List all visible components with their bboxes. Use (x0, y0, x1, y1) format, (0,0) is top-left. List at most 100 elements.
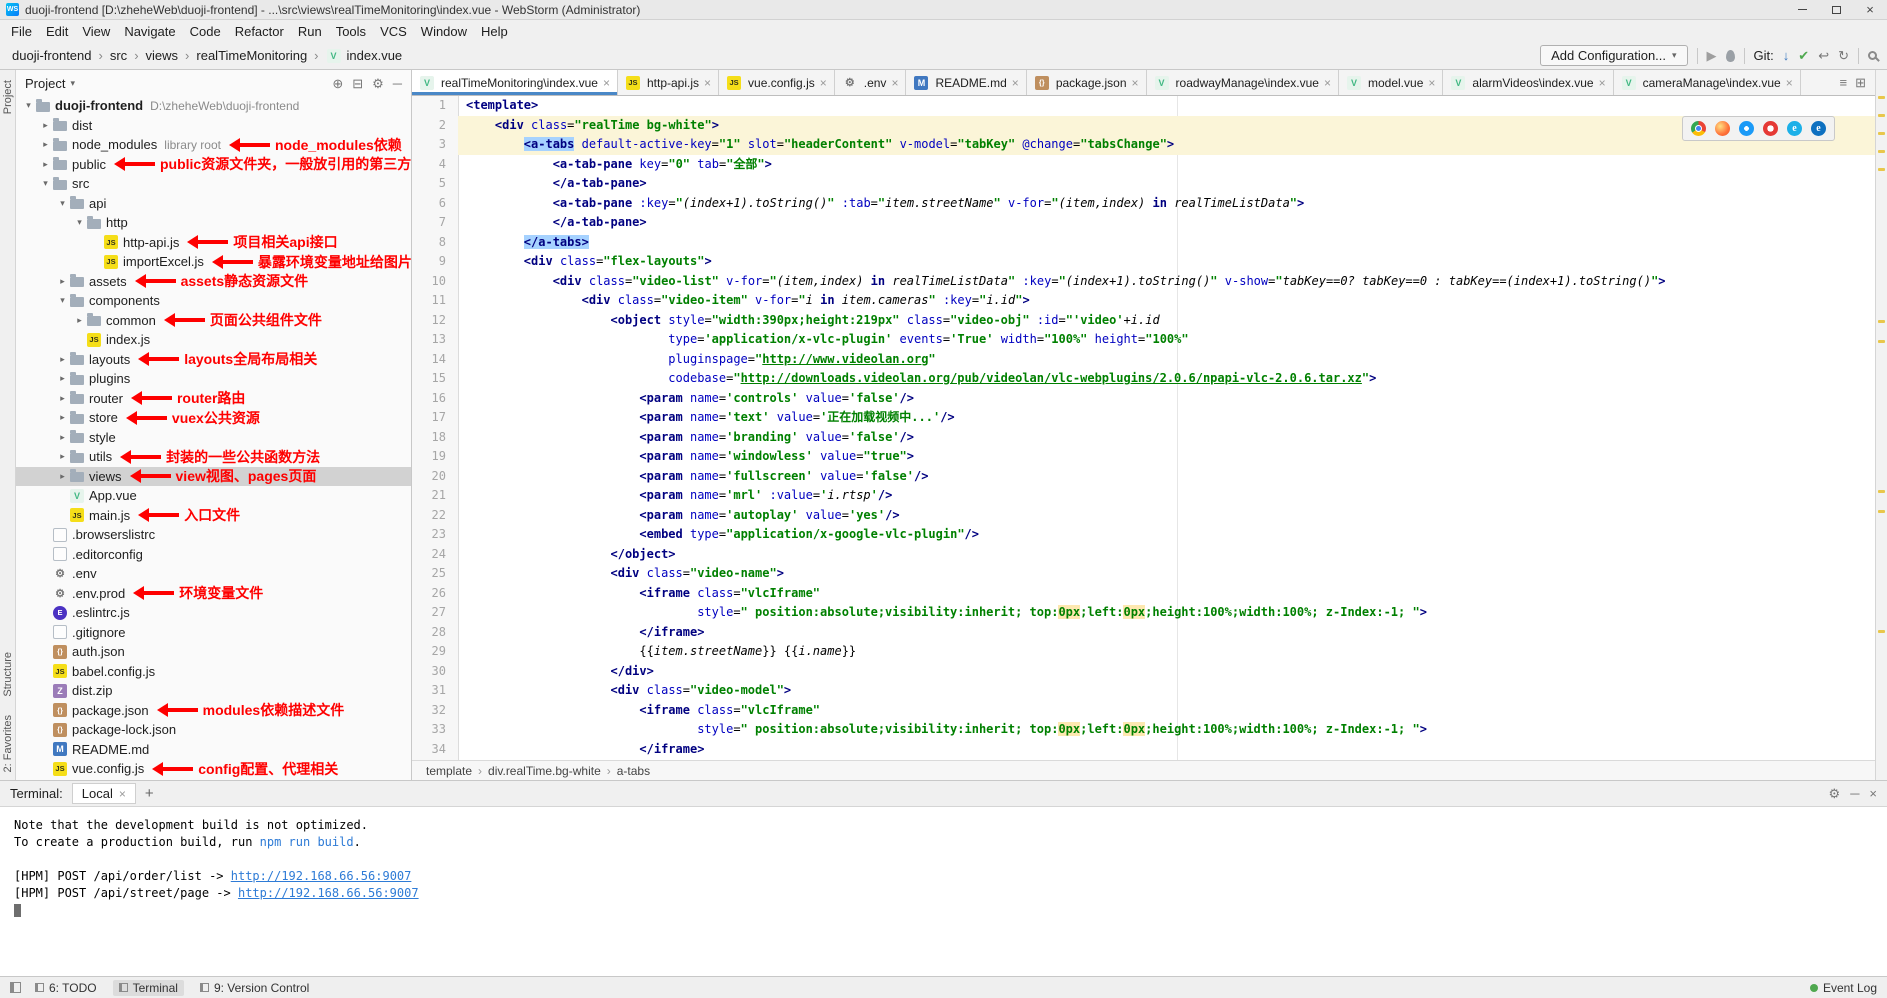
menu-file[interactable]: File (4, 22, 39, 41)
tree-item-views[interactable]: ▸viewsview视图、pages页面 (16, 467, 411, 487)
close-tab-icon[interactable]: × (704, 76, 711, 90)
close-tab-icon[interactable]: × (1599, 76, 1606, 90)
title-bar[interactable]: WS duoji-frontend [D:\zheheWeb\duoji-fro… (0, 0, 1887, 20)
tree-item-dist[interactable]: ▸dist (16, 116, 411, 136)
chevron-right-icon[interactable]: ▸ (56, 354, 69, 365)
opera-browser-icon[interactable] (1763, 121, 1778, 136)
code-line-8[interactable]: 8 </a-tabs> (412, 233, 1875, 253)
menu-edit[interactable]: Edit (39, 22, 75, 41)
debug-icon[interactable] (1726, 50, 1735, 62)
statusbar-terminal[interactable]: Terminal (113, 980, 184, 996)
menu-navigate[interactable]: Navigate (117, 22, 182, 41)
tree-item-babel-config-js[interactable]: JSbabel.config.js (16, 662, 411, 682)
tree-item-package-lock-json[interactable]: {}package-lock.json (16, 720, 411, 740)
menu-code[interactable]: Code (183, 22, 228, 41)
add-configuration-button[interactable]: Add Configuration... ▾ (1540, 45, 1687, 66)
code-line-12[interactable]: 12 <object style="width:390px;height:219… (412, 311, 1875, 331)
code-line-22[interactable]: 22 <param name='autoplay' value='yes'/> (412, 506, 1875, 526)
tree-item-dist-zip[interactable]: Zdist.zip (16, 681, 411, 701)
code-line-14[interactable]: 14 pluginspage="http://www.videolan.org" (412, 350, 1875, 370)
tree-item-layouts[interactable]: ▸layoutslayouts全局布局相关 (16, 350, 411, 370)
tree-item-style[interactable]: ▸style (16, 428, 411, 448)
code-line-5[interactable]: 5 </a-tab-pane> (412, 174, 1875, 194)
tab-package-json[interactable]: {}package.json× (1027, 70, 1147, 95)
tree-item-http-api-js[interactable]: JShttp-api.js项目相关api接口 (16, 233, 411, 253)
git-update-icon[interactable]: ↓ (1783, 49, 1790, 62)
close-tab-icon[interactable]: × (1012, 76, 1019, 90)
safari-browser-icon[interactable] (1739, 121, 1754, 136)
ie-browser-icon[interactable] (1787, 121, 1802, 136)
breadcrumb-src[interactable]: src (108, 47, 129, 64)
split-window-icon[interactable]: ⊞ (1855, 76, 1866, 89)
chevron-down-icon[interactable]: ▾ (22, 100, 35, 111)
chevron-down-icon[interactable]: ▾ (56, 198, 69, 209)
code-line-18[interactable]: 18 <param name='branding' value='false'/… (412, 428, 1875, 448)
close-tab-icon[interactable]: × (1324, 76, 1331, 90)
menu-window[interactable]: Window (414, 22, 474, 41)
code-line-31[interactable]: 31 <div class="video-model"> (412, 681, 1875, 701)
tree-item-assets[interactable]: ▸assetsassets静态资源文件 (16, 272, 411, 292)
terminal-tab-local[interactable]: Local × (72, 783, 136, 804)
code-line-33[interactable]: 33 style=" position:absolute;visibility:… (412, 720, 1875, 740)
code-line-25[interactable]: 25 <div class="video-name"> (412, 564, 1875, 584)
menu-help[interactable]: Help (474, 22, 515, 41)
breadcrumb-realtimemonitoring[interactable]: realTimeMonitoring (194, 47, 309, 64)
close-tab-icon[interactable]: × (603, 76, 610, 90)
new-terminal-button[interactable]: + (145, 785, 154, 802)
tab-env[interactable]: ⚙.env× (835, 70, 907, 95)
git-history-icon[interactable]: ↻ (1838, 49, 1849, 62)
code-line-16[interactable]: 16 <param name='controls' value='false'/… (412, 389, 1875, 409)
tree-item-app-vue[interactable]: VApp.vue (16, 486, 411, 506)
tree-item-node-modules[interactable]: ▸node_moduleslibrary rootnode_modules依赖 (16, 135, 411, 155)
close-icon[interactable]: × (1869, 787, 1877, 800)
chevron-right-icon[interactable]: ▸ (73, 315, 86, 326)
code-line-34[interactable]: 34 </iframe> (412, 740, 1875, 760)
tab-model-vue[interactable]: Vmodel.vue× (1339, 70, 1443, 95)
chevron-down-icon[interactable]: ▾ (39, 178, 52, 189)
chevron-down-icon[interactable]: ▾ (70, 78, 75, 89)
code-line-26[interactable]: 26 <iframe class="vlcIframe" (412, 584, 1875, 604)
tree-item-src[interactable]: ▾src (16, 174, 411, 194)
settings-gear-icon[interactable]: ⚙ (1829, 787, 1841, 800)
tree-item-utils[interactable]: ▸utils封装的一些公共函数方法 (16, 447, 411, 467)
tree-item-components[interactable]: ▾components (16, 291, 411, 311)
tab-http-api-js[interactable]: JShttp-api.js× (618, 70, 719, 95)
chevron-right-icon[interactable]: ▸ (56, 393, 69, 404)
chevron-right-icon[interactable]: ▸ (56, 276, 69, 287)
hide-panel-icon[interactable]: ─ (393, 77, 402, 90)
tree-item-auth-json[interactable]: {}auth.json (16, 642, 411, 662)
tree-item-readme-md[interactable]: MREADME.md (16, 740, 411, 760)
tab-alarmvideos-index-vue[interactable]: ValarmVideos\index.vue× (1443, 70, 1613, 95)
tree-item-store[interactable]: ▸storevuex公共资源 (16, 408, 411, 428)
chevron-right-icon[interactable]: ▸ (56, 471, 69, 482)
menu-run[interactable]: Run (291, 22, 329, 41)
chevron-right-icon[interactable]: ▸ (39, 120, 52, 131)
code-line-30[interactable]: 30 </div> (412, 662, 1875, 682)
tree-item-duoji-frontend[interactable]: ▾duoji-frontendD:\zheheWeb\duoji-fronten… (16, 96, 411, 116)
code-line-4[interactable]: 4 <a-tab-pane key="0" tab="全部"> (412, 155, 1875, 175)
code-line-11[interactable]: 11 <div class="video-item" v-for="i in i… (412, 291, 1875, 311)
firefox-browser-icon[interactable] (1715, 121, 1730, 136)
tree-item-http[interactable]: ▾http (16, 213, 411, 233)
breadcrumb-a-tabs[interactable]: a-tabs (617, 764, 650, 778)
close-tab-icon[interactable]: × (1786, 76, 1793, 90)
tab-list-icon[interactable]: ≡ (1840, 76, 1848, 89)
statusbar-6-todo[interactable]: 6: TODO (35, 981, 97, 995)
code-line-10[interactable]: 10 <div class="video-list" v-for="(item,… (412, 272, 1875, 292)
menu-tools[interactable]: Tools (329, 22, 373, 41)
breadcrumb-template[interactable]: template (426, 764, 472, 778)
toolwindow-button-2-favorites[interactable]: 2: Favorites (2, 715, 14, 772)
tree-item-env-prod[interactable]: ⚙.env.prod环境变量文件 (16, 584, 411, 604)
code-line-24[interactable]: 24 </object> (412, 545, 1875, 565)
breadcrumb-div-realtime-bg-white[interactable]: div.realTime.bg-white (488, 764, 601, 778)
terminal-output[interactable]: Note that the development build is not o… (0, 807, 1887, 976)
tab-vue-config-js[interactable]: JSvue.config.js× (719, 70, 835, 95)
code-line-20[interactable]: 20 <param name='fullscreen' value='false… (412, 467, 1875, 487)
statusbar-event-log[interactable]: Event Log (1810, 981, 1877, 995)
breadcrumb-index-vue[interactable]: Vindex.vue (324, 47, 405, 64)
code-line-6[interactable]: 6 <a-tab-pane :key="(index+1).toString()… (412, 194, 1875, 214)
chevron-right-icon[interactable]: ▸ (56, 432, 69, 443)
tree-item-common[interactable]: ▸common页面公共组件文件 (16, 311, 411, 331)
terminal-link[interactable]: http://192.168.66.56:9007 (231, 869, 412, 883)
tree-item-gitignore[interactable]: .gitignore (16, 623, 411, 643)
